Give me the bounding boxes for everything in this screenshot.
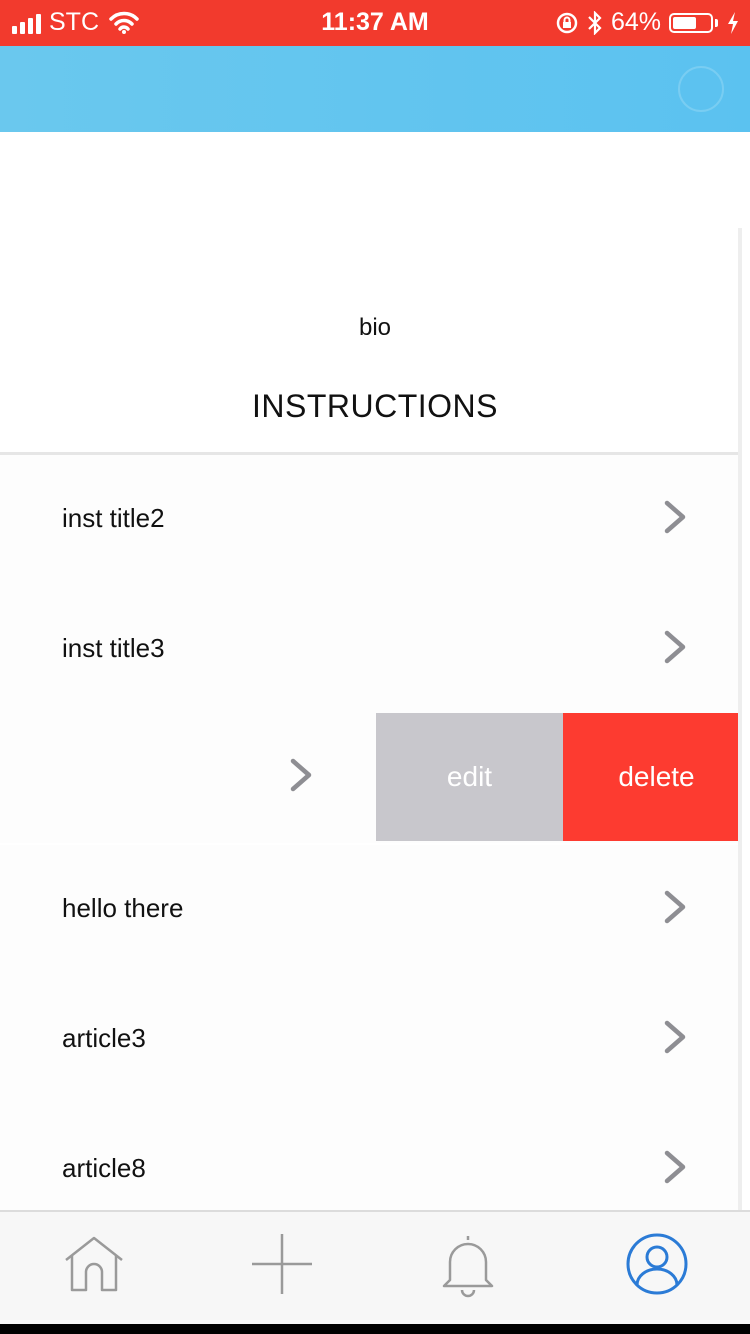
instructions-list: inst title2 inst title3 edit delete hell… (0, 455, 738, 1210)
scroll-indicator[interactable] (738, 228, 742, 1210)
list-item-label: hello there (62, 893, 184, 923)
delete-button[interactable]: delete (563, 713, 738, 841)
profile-icon[interactable] (621, 1228, 693, 1300)
chevron-right-icon (664, 1150, 686, 1184)
list-item[interactable]: article8 (0, 1105, 738, 1210)
battery-tip (715, 18, 718, 27)
home-icon[interactable] (58, 1228, 130, 1300)
status-bar: STC 11:37 AM 64% (0, 0, 750, 46)
chevron-right-icon (664, 630, 686, 664)
chevron-right-icon (664, 890, 686, 924)
list-item-label: article8 (62, 1153, 146, 1183)
profile-bio: bio (358, 314, 392, 341)
rotation-lock-icon (556, 12, 578, 33)
bluetooth-icon (588, 10, 602, 35)
list-item[interactable]: hello there (0, 845, 738, 975)
list-item[interactable]: inst title2 (0, 455, 738, 585)
chevron-right-icon (664, 500, 686, 534)
list-item[interactable]: article3 (0, 975, 738, 1105)
list-item-swiped[interactable]: edit delete (0, 713, 738, 843)
bell-icon[interactable] (432, 1228, 504, 1300)
swipe-actions: edit delete (376, 713, 738, 841)
chevron-right-icon (290, 758, 312, 792)
list-item-label: inst title2 (62, 503, 165, 533)
home-indicator-strip (0, 1324, 750, 1334)
add-icon[interactable] (246, 1228, 318, 1300)
list-item-label: inst title3 (62, 633, 165, 663)
tab-bar (0, 1210, 750, 1324)
status-right: 64% (555, 8, 740, 37)
list-item[interactable]: inst title3 (0, 585, 738, 715)
settings-icon[interactable] (678, 66, 724, 112)
list-item-label: article3 (62, 1023, 146, 1053)
edit-button[interactable]: edit (376, 713, 563, 841)
chevron-right-icon (664, 1020, 686, 1054)
nav-bar (0, 46, 750, 132)
section-title: INSTRUCTIONS (252, 388, 498, 424)
battery-icon (669, 12, 713, 33)
battery-fill (673, 16, 697, 29)
battery-percent: 64% (610, 8, 661, 36)
charging-icon (728, 11, 738, 34)
